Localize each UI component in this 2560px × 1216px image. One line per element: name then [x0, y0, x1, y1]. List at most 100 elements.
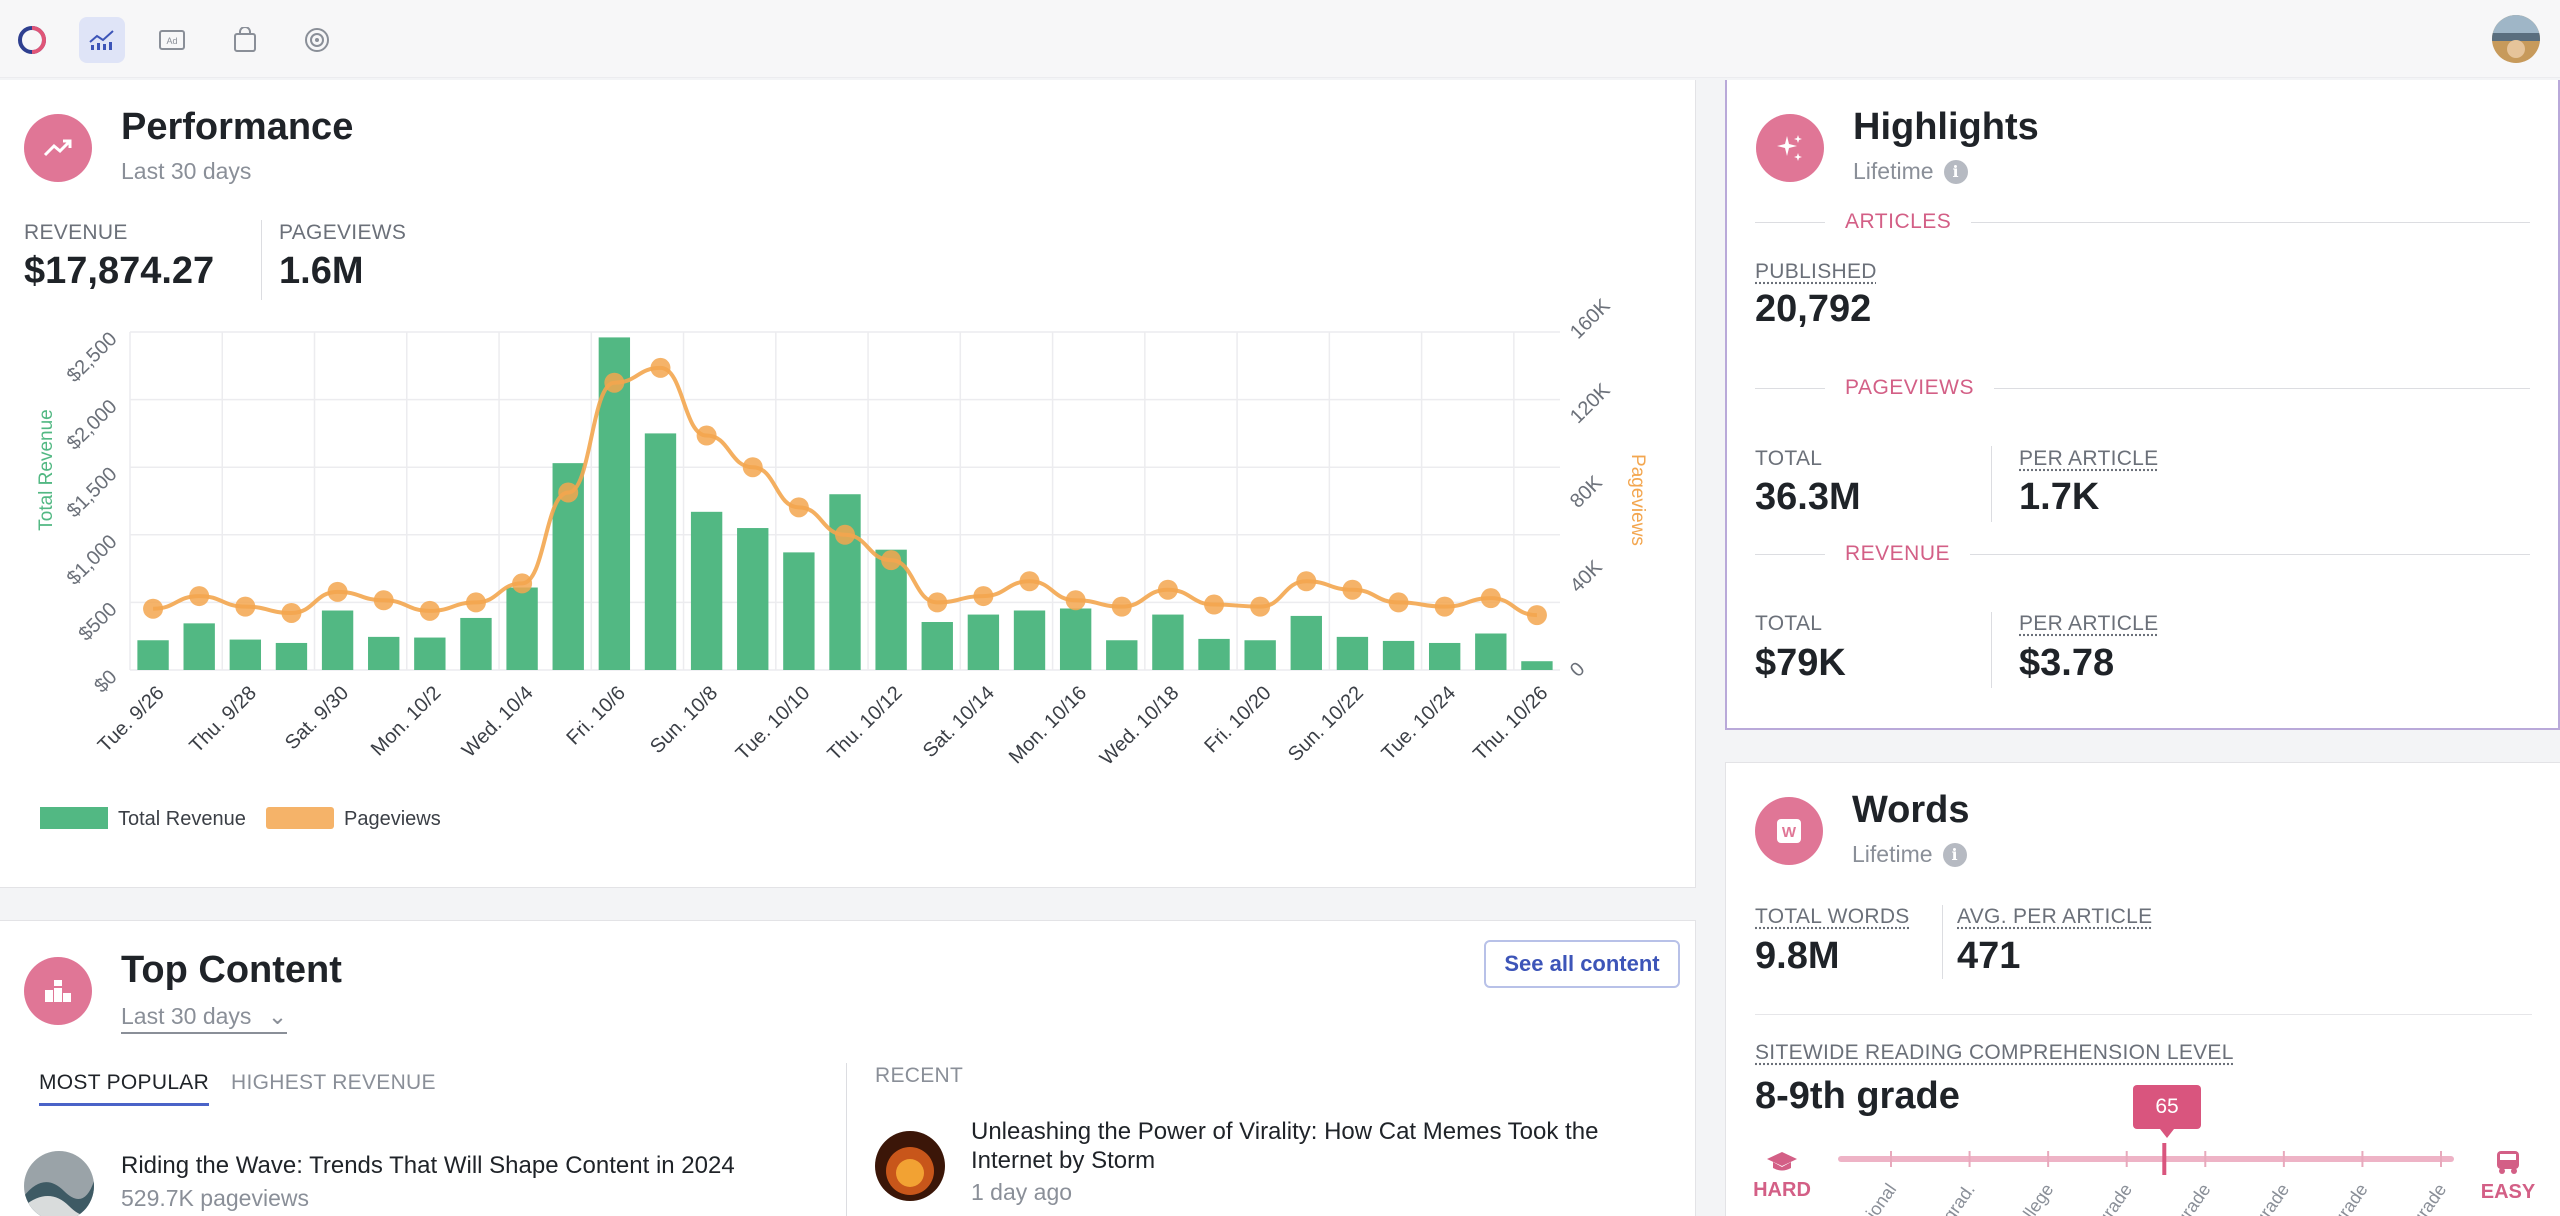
- y-tick-left: $2,000: [63, 396, 122, 455]
- pageviews-point: [604, 373, 624, 393]
- see-all-content-button[interactable]: See all content: [1484, 940, 1680, 988]
- podium-icon: [24, 957, 92, 1025]
- pv-total-label: TOTAL: [1755, 447, 1822, 471]
- x-tick-label: Mon. 10/16: [1005, 682, 1091, 768]
- y-tick-left: $500: [75, 598, 122, 645]
- x-tick-label: Mon. 10/2: [367, 682, 445, 760]
- pageviews-point: [558, 483, 578, 503]
- revenue-bar: [922, 622, 953, 670]
- y-tick-right: 40K: [1566, 556, 1607, 597]
- revenue-bar: [460, 618, 491, 670]
- legend-label-pageviews: Pageviews: [344, 808, 441, 830]
- pageviews-point: [789, 497, 809, 517]
- pageviews-point: [1435, 597, 1455, 617]
- top-content-card: Top Content Last 30 days ⌄ MOST POPULAR …: [0, 920, 1696, 1216]
- rev-total-label: TOTAL: [1755, 612, 1822, 636]
- pageviews-point: [881, 550, 901, 570]
- pageviews-point: [1527, 605, 1547, 625]
- info-icon[interactable]: i: [1944, 160, 1968, 184]
- revenue-bar: [1152, 615, 1183, 670]
- x-tick-label: Thu. 10/12: [823, 682, 906, 765]
- pv-divider: [1991, 446, 1992, 522]
- pageviews-point: [1020, 571, 1040, 591]
- avatar[interactable]: [2492, 15, 2540, 63]
- y-axis-title-left: Total Revenue: [36, 409, 57, 530]
- highlights-subtitle: Lifetime i: [1853, 158, 1968, 185]
- pageviews-point: [1342, 580, 1362, 600]
- date-range-dropdown[interactable]: Last 30 days ⌄: [121, 1003, 287, 1034]
- y-tick-right: 120K: [1566, 379, 1615, 428]
- x-tick-label: Tue. 10/10: [732, 682, 815, 765]
- total-words-label: TOTAL WORDS: [1755, 905, 1910, 929]
- revenue-bar: [1521, 661, 1552, 670]
- article-thumbnail[interactable]: [24, 1151, 94, 1216]
- x-tick-label: Sat. 9/30: [281, 682, 353, 754]
- tab-most-popular[interactable]: MOST POPULAR: [39, 1071, 209, 1106]
- rev-total-value: $79K: [1755, 642, 1846, 685]
- scale-label: grad.: [1939, 1180, 1979, 1216]
- x-tick-label: Fri. 10/20: [1200, 682, 1275, 757]
- words-divider: [1942, 905, 1943, 979]
- scale-label: ssional: [1852, 1180, 1901, 1216]
- highlights-card: Highlights Lifetime i ARTICLES PUBLISHED …: [1725, 80, 2560, 730]
- revenue-section-label: REVENUE: [1825, 542, 1970, 566]
- pageviews-point: [1066, 590, 1086, 610]
- recent-article-thumbnail[interactable]: [875, 1131, 945, 1201]
- revenue-bar: [506, 588, 537, 670]
- pageviews-point: [1296, 571, 1316, 591]
- pv-per-article-value: 1.7K: [2019, 476, 2099, 519]
- y-axis-title-right: Pageviews: [1627, 454, 1648, 546]
- x-tick-label: Wed. 10/18: [1096, 682, 1184, 770]
- scale-label: grade: [2250, 1180, 2293, 1216]
- y-tick-left: $1,500: [63, 463, 122, 522]
- revenue-bar: [1106, 640, 1137, 670]
- revenue-section-header: REVENUE: [1755, 540, 2530, 568]
- words-card: W Words Lifetime i TOTAL WORDS 9.8M AVG. …: [1725, 762, 2560, 1216]
- pageviews-section-label: PAGEVIEWS: [1825, 376, 1994, 400]
- chevron-down-icon: ⌄: [268, 1003, 287, 1029]
- pageviews-point: [927, 592, 947, 612]
- revenue-bar: [1337, 637, 1368, 670]
- y-tick-left: $2,500: [63, 328, 122, 387]
- revenue-bar: [645, 433, 676, 670]
- tab-highest-revenue[interactable]: HIGHEST REVENUE: [231, 1071, 436, 1095]
- x-tick-label: Sat. 10/14: [919, 682, 999, 762]
- avg-per-article-label: AVG. PER ARTICLE: [1957, 905, 2152, 929]
- articles-section-header: ARTICLES: [1755, 208, 2530, 236]
- words-subtitle-text: Lifetime: [1852, 841, 1933, 867]
- revenue-bar: [184, 623, 215, 670]
- pageviews-point: [374, 590, 394, 610]
- pageviews-point: [512, 573, 532, 593]
- pageviews-point: [697, 426, 717, 446]
- pageviews-point: [1389, 592, 1409, 612]
- popular-article-pageviews: 529.7K pageviews: [121, 1185, 309, 1212]
- recent-article-title[interactable]: Unleashing the Power of Virality: How Ca…: [971, 1117, 1671, 1175]
- published-value: 20,792: [1755, 288, 1871, 331]
- x-tick-label: Fri. 10/6: [562, 682, 629, 749]
- x-tick-label: Thu. 10/26: [1469, 682, 1552, 765]
- popular-article-title[interactable]: Riding the Wave: Trends That Will Shape …: [121, 1151, 735, 1180]
- words-title: Words: [1852, 789, 1970, 832]
- revenue-bar: [1244, 640, 1275, 670]
- revenue-bar: [1198, 639, 1229, 670]
- total-words-value: 9.8M: [1755, 935, 1839, 978]
- revenue-bar: [691, 512, 722, 670]
- revenue-bar: [137, 640, 168, 670]
- top-content-title: Top Content: [121, 949, 342, 992]
- rev-per-article-value: $3.78: [2019, 642, 2114, 685]
- pageviews-point: [743, 457, 763, 477]
- pageviews-point: [1481, 588, 1501, 608]
- pageviews-point: [1112, 597, 1132, 617]
- recent-label: RECENT: [875, 1064, 963, 1088]
- rev-divider: [1991, 612, 1992, 688]
- pageviews-point: [1204, 595, 1224, 615]
- info-icon[interactable]: i: [1943, 843, 1967, 867]
- pageviews-point: [143, 599, 163, 619]
- x-tick-label: Wed. 10/4: [458, 682, 538, 762]
- performance-chart: $0$500$1,000$1,500$2,000$2,500040K80K120…: [0, 0, 1696, 880]
- pageviews-point: [973, 586, 993, 606]
- revenue-bar: [230, 640, 261, 670]
- y-tick-left: $1,000: [63, 531, 122, 590]
- avg-per-article-value: 471: [1957, 935, 2020, 978]
- svg-text:W: W: [1782, 824, 1797, 841]
